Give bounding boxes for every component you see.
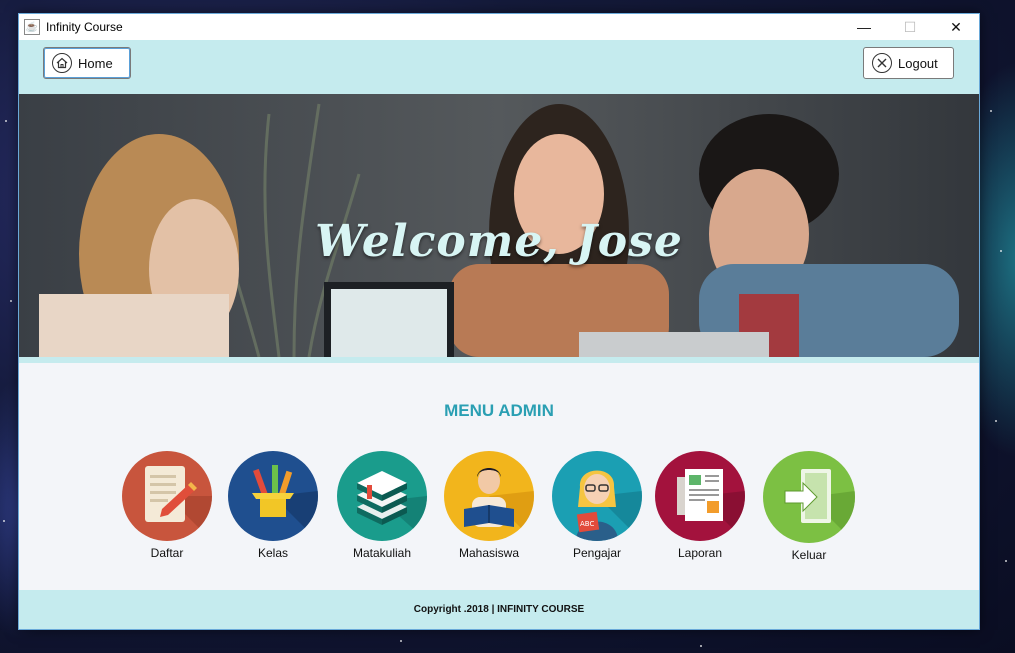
java-app-icon: ☕: [24, 19, 40, 35]
top-toolbar: Home Logout: [19, 40, 979, 94]
footer: Copyright .2018 | INFINITY COURSE: [19, 590, 979, 629]
menu-item-keluar[interactable]: Keluar: [759, 451, 859, 562]
copyright-text: Copyright .2018 | INFINITY COURSE: [413, 604, 585, 615]
menu-item-kelas[interactable]: Kelas: [223, 451, 323, 560]
menu-label-kelas: Kelas: [257, 546, 289, 560]
home-button-label: Home: [78, 55, 113, 71]
logout-button[interactable]: Logout: [863, 47, 954, 79]
svg-text:ABC: ABC: [580, 520, 594, 528]
menu-label-laporan: Laporan: [677, 546, 723, 560]
menu-label-matakuliah: Matakuliah: [352, 546, 412, 560]
maximize-button[interactable]: ☐: [887, 14, 933, 40]
books-icon[interactable]: [337, 451, 427, 541]
exit-door-icon[interactable]: [763, 451, 855, 543]
menu-title: MENU ADMIN: [444, 401, 554, 420]
minimize-button[interactable]: —: [841, 14, 887, 40]
report-document-icon[interactable]: [655, 451, 745, 541]
menu-item-matakuliah[interactable]: Matakuliah: [332, 451, 432, 560]
menu-item-mahasiswa[interactable]: Mahasiswa: [439, 451, 539, 560]
admin-menu: MENU ADMIN Daftar Kelas Matakuliah Mahas…: [19, 363, 979, 591]
title-bar[interactable]: ☕ Infinity Course — ☐ ✕: [19, 14, 979, 40]
menu-label-keluar: Keluar: [791, 548, 827, 562]
student-reading-icon[interactable]: [444, 451, 534, 541]
welcome-heading: Welcome, Jose: [315, 216, 683, 267]
logout-button-label: Logout: [898, 55, 938, 71]
window-controls: — ☐ ✕: [841, 14, 979, 40]
close-circle-icon: [872, 53, 892, 73]
app-window: ☕ Infinity Course — ☐ ✕ Home Logout Welc…: [18, 13, 980, 630]
teacher-icon[interactable]: ABC: [552, 451, 642, 541]
menu-item-daftar[interactable]: Daftar: [117, 451, 217, 560]
welcome-banner: Welcome, Jose: [19, 94, 979, 357]
home-button[interactable]: Home: [43, 47, 131, 79]
menu-item-pengajar[interactable]: ABC Pengajar: [547, 451, 647, 560]
menu-label-daftar: Daftar: [150, 546, 184, 560]
close-button[interactable]: ✕: [933, 14, 979, 40]
pencil-cup-icon[interactable]: [228, 451, 318, 541]
home-icon: [52, 53, 72, 73]
registration-form-icon[interactable]: [122, 451, 212, 541]
menu-item-laporan[interactable]: Laporan: [650, 451, 750, 560]
menu-label-mahasiswa: Mahasiswa: [458, 546, 520, 560]
menu-label-pengajar: Pengajar: [572, 546, 622, 560]
window-title: Infinity Course: [46, 20, 123, 34]
